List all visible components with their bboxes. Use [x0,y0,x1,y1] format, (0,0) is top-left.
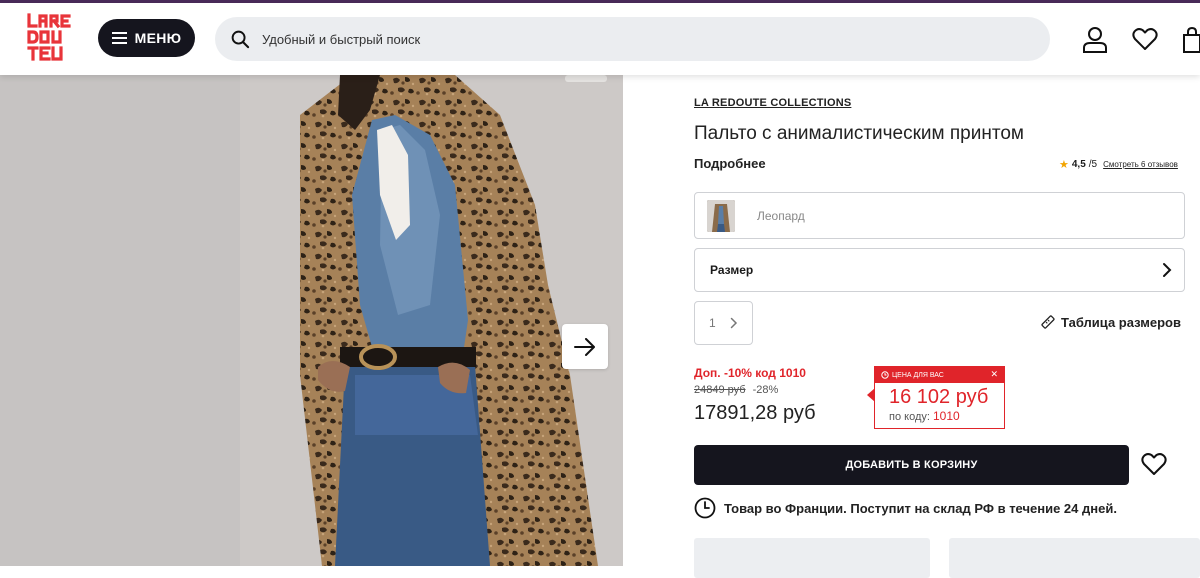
personal-price: 16 102 руб [889,386,989,408]
size-table-link[interactable]: Таблица размеров [1040,314,1181,330]
price-card-title: ЦЕНА ДЛЯ ВАС [892,371,944,379]
quantity-stepper[interactable]: 1 [694,301,753,345]
close-icon[interactable]: ✕ [990,369,998,380]
site-header: МЕНЮ [0,3,1200,75]
quantity-value: 1 [709,316,716,330]
add-to-wishlist-icon[interactable] [1141,452,1167,476]
delivery-info: Товар во Франции. Поступит на склад РФ в… [694,497,1117,519]
menu-label: МЕНЮ [134,30,182,46]
product-image-gallery[interactable] [0,75,623,566]
details-link[interactable]: Подробнее [694,156,766,171]
size-label: Размер [710,263,754,277]
promo-code: 1010 [932,409,960,423]
product-details-panel: LA REDOUTE COLLECTIONS Пальто с анималис… [623,75,1200,578]
current-price: 17891,28 руб [694,402,816,424]
code-label: по коду: [889,411,930,423]
rating-value: 4,5 [1071,159,1086,170]
delivery-text: Товар во Франции. Поступит на склад РФ в… [724,500,1117,516]
product-photo [0,75,623,566]
promo-text: Доп. -10% код 1010 [694,366,806,380]
color-name: Леопард [757,208,805,223]
rating-summary: ★ 4,5 /5 Смотреть 6 отзывов [1059,158,1178,171]
cart-icon[interactable] [1182,26,1200,54]
add-to-cart-button[interactable]: ДОБАВИТЬ В КОРЗИНУ [694,445,1129,485]
search-bar[interactable] [215,17,1050,61]
search-input[interactable] [262,31,962,47]
reviews-link[interactable]: Смотреть 6 отзывов [1103,160,1178,169]
product-title: Пальто с анималистическим принтом [694,123,1024,144]
account-icon[interactable] [1082,26,1108,54]
clock-icon [694,497,716,519]
size-selector[interactable]: Размер [694,248,1185,292]
color-thumbnail [707,199,735,232]
old-price: 24849 руб [694,384,746,396]
price-card-header: ЦЕНА ДЛЯ ВАС ✕ [875,367,1004,383]
discount-percent: -28% [752,384,779,396]
promo-code-row: по коду: 1010 [875,409,1004,423]
clock-icon [881,371,889,379]
hamburger-icon [111,32,127,44]
star-icon: ★ [1059,159,1069,171]
menu-button[interactable]: МЕНЮ [98,19,195,57]
personal-price-card: ЦЕНА ДЛЯ ВАС ✕ 16 102 руб по коду: 1010 [867,366,1005,429]
brand-link[interactable]: LA REDOUTE COLLECTIONS [694,97,851,109]
search-icon [231,30,250,48]
wishlist-icon[interactable] [1132,27,1158,51]
old-price-row: 24849 руб -28% [694,384,778,396]
size-table-label: Таблица размеров [1061,314,1181,330]
next-image-button[interactable] [562,324,608,369]
ruler-icon [1041,315,1055,329]
chevron-right-icon [1163,263,1172,277]
arrow-right-icon [574,337,595,356]
info-card [694,538,930,578]
chevron-right-icon[interactable] [730,317,738,329]
info-card [949,538,1200,578]
color-selector[interactable]: Леопард [694,192,1185,239]
la-redoute-logo[interactable] [26,12,78,66]
rating-max: /5 [1088,159,1098,170]
